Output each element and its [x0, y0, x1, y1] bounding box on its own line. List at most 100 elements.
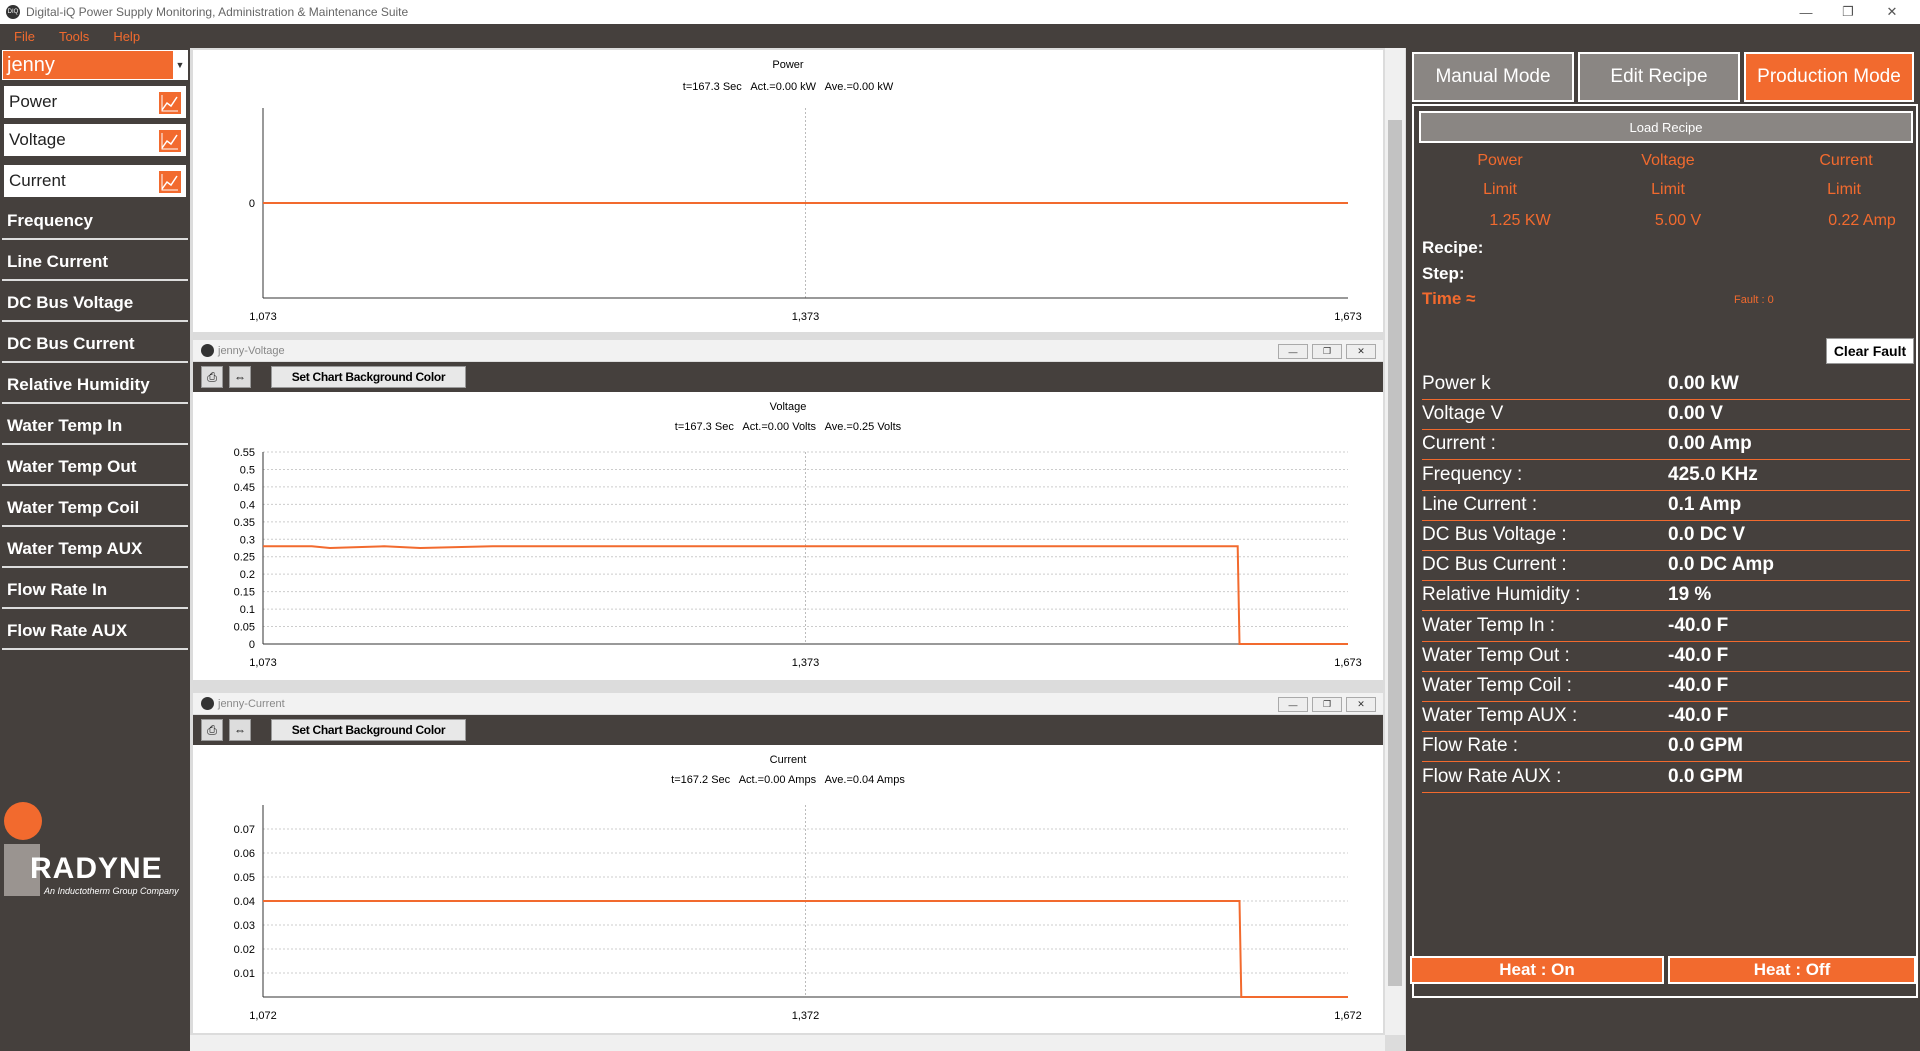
minimize-icon[interactable]: — [1278, 697, 1308, 712]
nav-frequency[interactable]: Frequency [2, 204, 188, 240]
user-dropdown[interactable]: jenny ▼ [2, 50, 188, 80]
restore-icon[interactable]: ❐ [1312, 697, 1342, 712]
current-toolbar: ⎙ ⇔ Set Chart Background Color [193, 715, 1383, 745]
menu-tools[interactable]: Tools [59, 29, 89, 44]
current-chart-window: jenny-Current — ❐ ✕ ⎙ ⇔ Set Chart Backgr… [193, 693, 1383, 1033]
metric-row: Line Current : 0.1 Amp [1422, 491, 1910, 521]
nav-current[interactable]: Current [2, 163, 188, 199]
chart-icon[interactable] [158, 91, 182, 115]
close-icon[interactable]: ✕ [1346, 344, 1376, 359]
recipe-label: Recipe: [1422, 238, 1484, 257]
nav-voltage[interactable]: Voltage [2, 122, 188, 158]
restore-button[interactable]: ❐ [1828, 0, 1868, 24]
export-icon[interactable]: ⇔ [229, 719, 251, 741]
window-logo-icon [201, 344, 214, 357]
vertical-scrollbar[interactable] [1385, 48, 1405, 1035]
time-label: Time ≈ [1422, 289, 1476, 308]
horizontal-scrollbar[interactable] [190, 1035, 1385, 1051]
y-tick-label: 0 [249, 198, 255, 210]
nav-line-current[interactable]: Line Current [2, 245, 188, 281]
current-chart: Current t=167.2 Sec Act.=0.00 Amps Ave.=0… [234, 754, 1362, 1022]
minimize-button[interactable]: — [1786, 0, 1826, 24]
metric-value: 19 % [1668, 584, 1712, 606]
metric-value: 0.00 kW [1668, 373, 1739, 394]
voltage-limit-value: 5.00 V [1654, 212, 1702, 229]
nav-label: Frequency [7, 211, 93, 230]
y-tick-label: 0.05 [234, 872, 255, 884]
power-chart: Power t=167.3 Sec Act.=0.00 kW Ave.=0.00 … [249, 59, 1362, 323]
nav-label: Relative Humidity [7, 375, 150, 394]
logo-word: RADYNE [30, 852, 163, 885]
nav-label: Current [9, 171, 66, 190]
tab-manual-mode[interactable]: Manual Mode [1412, 52, 1574, 102]
nav-water-temp-aux[interactable]: Water Temp AUX [2, 532, 188, 568]
power-limit-value: 1.25 KW [1489, 212, 1551, 229]
metric-row: Flow Rate AUX : 0.0 GPM [1422, 763, 1910, 793]
y-tick-label: 0.02 [234, 944, 255, 956]
chart-icon[interactable] [158, 129, 182, 153]
current-limit-name: Current [1819, 152, 1873, 169]
metric-row: DC Bus Voltage : 0.0 DC V [1422, 521, 1910, 551]
export-icon[interactable]: ⇔ [229, 366, 251, 388]
heat-off-button[interactable]: Heat : Off [1668, 956, 1916, 984]
tab-production-mode[interactable]: Production Mode [1744, 52, 1914, 102]
radyne-logo: RADYNE An Inductotherm Group Company [4, 802, 184, 922]
power-limit-word: Limit [1483, 181, 1517, 198]
nav-dc-bus-current[interactable]: DC Bus Current [2, 327, 188, 363]
current-window-title: jenny-Current [218, 697, 285, 710]
metric-row: Flow Rate : 0.0 GPM [1422, 732, 1910, 763]
metric-value: 425.0 KHz [1668, 463, 1758, 485]
metric-value: -40.0 F [1668, 614, 1729, 636]
nav-flow-rate-in[interactable]: Flow Rate In [2, 573, 188, 609]
close-icon[interactable]: ✕ [1346, 697, 1376, 712]
x-tick-label: 1,672 [1334, 1010, 1362, 1022]
y-tick-label: 0.15 [234, 587, 255, 599]
load-recipe-button[interactable]: Load Recipe [1419, 111, 1913, 143]
chart-icon[interactable] [158, 170, 182, 194]
nav-label: Water Temp In [7, 416, 123, 435]
chevron-down-icon[interactable]: ▼ [173, 51, 187, 79]
x-tick-label: 1,073 [249, 657, 277, 669]
chart-stats: t=167.3 Sec Act.=0.00 Volts Ave.=0.25 Vo… [675, 421, 902, 433]
nav-water-temp-in[interactable]: Water Temp In [2, 409, 188, 445]
heat-on-button[interactable]: Heat : On [1410, 956, 1664, 984]
clear-fault-button[interactable]: Clear Fault [1826, 338, 1914, 364]
print-icon[interactable]: ⎙ [201, 719, 223, 741]
x-tick-label: 1,072 [249, 1010, 277, 1022]
minimize-icon[interactable]: — [1278, 344, 1308, 359]
metric-label: Water Temp AUX : [1422, 705, 1578, 727]
set-chart-bg-color-button[interactable]: Set Chart Background Color [271, 719, 466, 741]
y-tick-label: 0.07 [234, 824, 255, 836]
set-chart-bg-color-button[interactable]: Set Chart Background Color [271, 366, 466, 388]
menu-file[interactable]: File [14, 29, 35, 44]
metric-row: Water Temp Coil : -40.0 F [1422, 672, 1910, 702]
nav-water-temp-out[interactable]: Water Temp Out [2, 450, 188, 486]
nav-flow-rate-aux[interactable]: Flow Rate AUX [2, 614, 188, 650]
current-window-titlebar: jenny-Current — ❐ ✕ [193, 693, 1383, 715]
metric-label: Frequency : [1422, 463, 1523, 485]
tab-edit-recipe[interactable]: Edit Recipe [1578, 52, 1740, 102]
metric-value: 0.0 GPM [1668, 735, 1743, 757]
metric-label: Power k [1422, 373, 1491, 394]
nav-power[interactable]: Power [2, 84, 188, 120]
print-icon[interactable]: ⎙ [201, 366, 223, 388]
metric-value: -40.0 F [1668, 675, 1729, 696]
metric-value: 0.00 V [1668, 403, 1723, 425]
nav-water-temp-coil[interactable]: Water Temp Coil [2, 491, 188, 527]
nav-relative-humidity[interactable]: Relative Humidity [2, 368, 188, 404]
voltage-chart-window: jenny-Voltage — ❐ ✕ ⎙ ⇔ Set Chart Backgr… [193, 340, 1383, 680]
scrollbar-thumb[interactable] [1388, 120, 1402, 986]
nav-label: Voltage [9, 130, 66, 149]
menu-help[interactable]: Help [113, 29, 140, 44]
restore-icon[interactable]: ❐ [1312, 344, 1342, 359]
nav-label: Flow Rate In [7, 580, 108, 599]
nav-label: Water Temp Out [7, 457, 137, 476]
metric-label: Flow Rate : [1422, 735, 1519, 757]
chart-title: Voltage [770, 401, 807, 413]
current-limit-word: Limit [1827, 181, 1861, 198]
close-button[interactable]: ✕ [1872, 0, 1912, 24]
y-tick-label: 0.55 [234, 447, 255, 459]
x-tick-label: 1,073 [249, 311, 277, 323]
chart-stats: t=167.2 Sec Act.=0.00 Amps Ave.=0.04 Amp… [671, 774, 905, 786]
nav-dc-bus-voltage[interactable]: DC Bus Voltage [2, 286, 188, 322]
